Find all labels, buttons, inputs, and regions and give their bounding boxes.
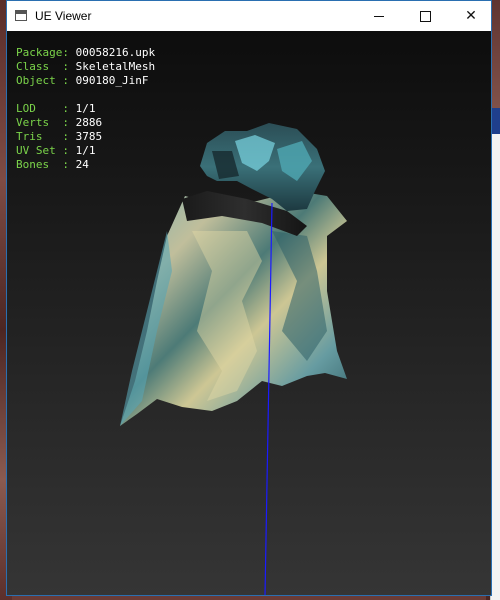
info-row-tris: Tris : 3785 [16, 130, 103, 143]
info-row-object: Object : 090180_JinF [16, 74, 149, 87]
info-row-lod: LOD : 1/1 [16, 102, 96, 115]
maximize-button[interactable] [402, 1, 448, 31]
background-window-header [491, 108, 500, 134]
app-window-icon [15, 10, 27, 21]
mesh-info-panel: Package: 00058216.upk Class : SkeletalMe… [16, 46, 155, 172]
close-button[interactable]: ✕ [448, 1, 494, 31]
maximize-icon [419, 10, 431, 22]
ue-viewer-window: UE Viewer ✕ Package: 00058216.upk Class … [6, 0, 492, 596]
title-bar[interactable]: UE Viewer ✕ [7, 1, 491, 31]
info-row-uvset: UV Set : 1/1 [16, 144, 96, 157]
minimize-button[interactable] [356, 1, 402, 31]
minimize-icon [374, 15, 384, 17]
info-row-bones: Bones : 24 [16, 158, 89, 171]
info-row-package: Package: 00058216.upk [16, 46, 156, 59]
info-row-class: Class : SkeletalMesh [16, 60, 156, 73]
close-icon: ✕ [465, 8, 477, 24]
window-title: UE Viewer [35, 9, 92, 23]
3d-viewport[interactable]: Package: 00058216.upk Class : SkeletalMe… [7, 31, 491, 595]
info-row-verts: Verts : 2886 [16, 116, 103, 129]
